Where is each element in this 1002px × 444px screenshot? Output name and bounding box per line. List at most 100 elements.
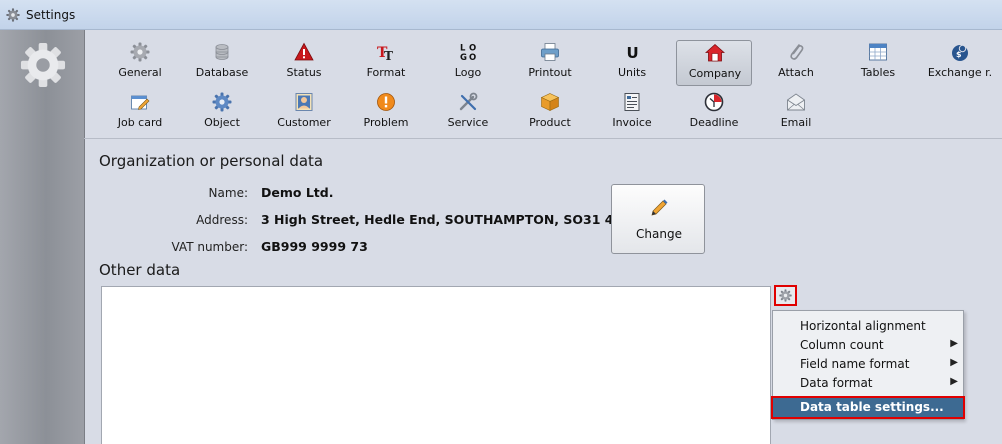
menu-item-label: Data format xyxy=(800,376,873,390)
tool-label: Deadline xyxy=(689,116,739,129)
tool-label: Printout xyxy=(528,66,572,79)
tool-invoice[interactable]: Invoice xyxy=(594,90,670,136)
tool-label: Database xyxy=(195,66,249,79)
settings-gear-icon xyxy=(6,8,20,22)
tool-logo[interactable]: LOGO Logo xyxy=(430,40,506,86)
menu-item-column-count[interactable]: Column count ▶ xyxy=(773,336,963,355)
warning-icon xyxy=(294,42,314,61)
menu-item-horizontal-alignment[interactable]: Horizontal alignment xyxy=(773,317,963,336)
menu-item-field-name-format[interactable]: Field name format ▶ xyxy=(773,355,963,374)
tool-database[interactable]: Database xyxy=(184,40,260,86)
vat-number-label: VAT number: xyxy=(171,240,248,254)
tool-problem[interactable]: Problem xyxy=(348,90,424,136)
tool-label: Status xyxy=(286,66,322,79)
menu-item-data-table-settings[interactable]: Data table settings... xyxy=(771,396,965,419)
paperclip-icon xyxy=(790,44,804,60)
data-settings-button[interactable] xyxy=(774,285,797,306)
envelope-icon xyxy=(787,93,805,111)
tool-product[interactable]: Product xyxy=(512,90,588,136)
alert-icon xyxy=(377,93,395,111)
invoice-icon xyxy=(624,93,640,111)
tool-label: General xyxy=(118,66,162,79)
table-icon xyxy=(869,43,887,61)
printer-icon xyxy=(541,43,559,61)
tools-icon xyxy=(459,92,478,111)
svg-text:L: L xyxy=(460,44,466,54)
exchange-icon: $ xyxy=(952,44,968,61)
address-value: 3 High Street, Hedle End, SOUTHAMPTON, S… xyxy=(261,212,635,227)
tool-exchange-rates[interactable]: $ Exchange r. xyxy=(922,40,998,86)
tool-label: Tables xyxy=(860,66,896,79)
customer-icon xyxy=(295,93,313,111)
tool-label: Logo xyxy=(454,66,482,79)
gear-icon xyxy=(130,42,150,62)
settings-toolbar: General Database Status TT Format LOGO L… xyxy=(84,30,1002,139)
font-format-icon: TT xyxy=(377,45,393,62)
tool-status[interactable]: Status xyxy=(266,40,342,86)
box-icon xyxy=(540,93,560,111)
tool-service[interactable]: Service xyxy=(430,90,506,136)
tool-label: Product xyxy=(529,116,571,129)
tool-email[interactable]: Email xyxy=(758,90,834,136)
tool-units[interactable]: U Units xyxy=(594,40,670,86)
submenu-arrow-icon: ▶ xyxy=(950,376,958,387)
logo-icon: L OG O xyxy=(460,44,476,63)
svg-text:$: $ xyxy=(956,50,962,59)
tool-deadline[interactable]: Deadline xyxy=(676,90,752,136)
svg-text:U: U xyxy=(627,44,639,62)
clock-icon xyxy=(704,92,724,112)
units-icon: U xyxy=(627,44,639,62)
pencil-icon xyxy=(651,199,668,216)
tool-label: Problem xyxy=(363,116,409,129)
tool-object[interactable]: Object xyxy=(184,90,260,136)
svg-text:O: O xyxy=(469,44,476,54)
database-icon xyxy=(215,44,229,60)
tool-label: Company xyxy=(688,67,742,80)
tool-label: Object xyxy=(204,116,240,129)
organization-section-title: Organization or personal data xyxy=(99,152,324,170)
tool-label: Email xyxy=(780,116,812,129)
address-label: Address: xyxy=(196,213,248,227)
tool-company[interactable]: Company xyxy=(676,40,752,86)
tool-label: Invoice xyxy=(612,116,652,129)
tool-label: Customer xyxy=(277,116,331,129)
menu-item-label: Field name format xyxy=(800,357,910,371)
cog-icon xyxy=(212,92,232,112)
tool-label: Service xyxy=(447,116,489,129)
tool-attach[interactable]: Attach xyxy=(758,40,834,86)
home-icon xyxy=(705,43,725,62)
menu-item-label: Horizontal alignment xyxy=(800,319,926,333)
large-gear-icon xyxy=(20,42,66,88)
change-button-label: Change xyxy=(636,227,682,241)
svg-text:T: T xyxy=(384,49,393,62)
gear-icon xyxy=(779,289,792,302)
other-data-table[interactable] xyxy=(101,286,771,444)
vat-number-value: GB999 9999 73 xyxy=(261,239,368,254)
other-data-section-title: Other data xyxy=(99,261,181,279)
menu-item-label: Data table settings... xyxy=(800,400,944,414)
menu-item-data-format[interactable]: Data format ▶ xyxy=(773,374,963,393)
tool-label: Exchange r. xyxy=(927,66,993,79)
tool-label: Units xyxy=(617,66,647,79)
tool-customer[interactable]: Customer xyxy=(266,90,342,136)
name-value: Demo Ltd. xyxy=(261,185,334,200)
menu-item-label: Column count xyxy=(800,338,884,352)
svg-text:G: G xyxy=(460,53,467,62)
tool-tables[interactable]: Tables xyxy=(840,40,916,86)
change-button[interactable]: Change xyxy=(611,184,705,254)
settings-context-menu: Horizontal alignment Column count ▶ Fiel… xyxy=(771,310,965,420)
side-panel xyxy=(0,30,85,444)
tool-label: Attach xyxy=(778,66,814,79)
submenu-arrow-icon: ▶ xyxy=(950,338,958,349)
tool-label: Format xyxy=(366,66,406,79)
job-card-icon xyxy=(131,95,150,110)
tool-general[interactable]: General xyxy=(102,40,178,86)
title-bar: Settings xyxy=(0,0,1002,30)
window-title: Settings xyxy=(26,8,76,22)
tool-printout[interactable]: Printout xyxy=(512,40,588,86)
tool-job-card[interactable]: Job card xyxy=(102,90,178,136)
svg-text:O: O xyxy=(469,53,476,62)
tool-format[interactable]: TT Format xyxy=(348,40,424,86)
tool-label: Job card xyxy=(117,116,163,129)
submenu-arrow-icon: ▶ xyxy=(950,357,958,368)
